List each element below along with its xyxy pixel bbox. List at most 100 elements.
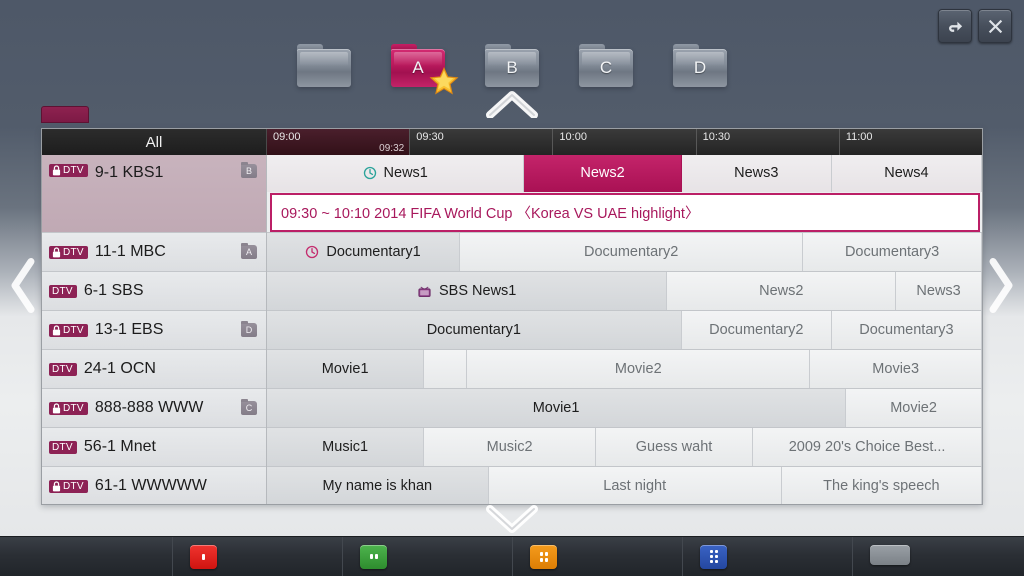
page-right-arrow[interactable] (988, 257, 1014, 320)
program-cell[interactable]: 2009 20's Choice Best... (753, 428, 982, 466)
channel-row[interactable]: DTV 6-1 SBS (42, 272, 266, 311)
time-slot-label: 10:30 (702, 131, 731, 143)
program-cells: News1 News2 News3 News4 (267, 155, 982, 192)
program-cell[interactable]: Movie1 (267, 389, 847, 427)
folder-tab-a[interactable]: A (391, 44, 459, 95)
program-cells: Documentary1 Documentary2 Documentary3 (267, 233, 982, 271)
channel-row[interactable]: DTV 11-1 MBC A (42, 233, 266, 272)
program-title: Movie1 (532, 400, 580, 416)
close-button[interactable] (978, 9, 1012, 43)
time-slot-0: 09:00 09:32 (267, 129, 410, 155)
folder-tab-0[interactable] (297, 44, 351, 87)
program-cell[interactable]: Documentary2 (681, 311, 832, 349)
green-key-slot[interactable] (342, 537, 512, 576)
blue-key-slot[interactable] (682, 537, 852, 576)
program-row: News1 News2 News3 News4 09:30 ~ 10:10 2014 F… (267, 155, 982, 233)
program-cell[interactable]: Documentary2 (460, 233, 804, 271)
scroll-down-arrow[interactable] (484, 505, 540, 538)
time-slot-1: 09:30 (409, 129, 552, 155)
color-key-bar (0, 536, 1024, 576)
yellow-key[interactable] (530, 544, 557, 569)
guide-header: All 09:00 09:32 09:30 10:00 10:30 11:00 (42, 129, 982, 155)
folder-tab-d[interactable]: D (673, 44, 727, 87)
program-cell[interactable]: News4 (831, 155, 982, 192)
channel-row[interactable]: DTV 61-1 WWWWW (42, 467, 266, 504)
channel-row[interactable]: DTV 9-1 KBS1 B (42, 155, 266, 233)
program-cell[interactable]: My name is khan (267, 467, 489, 504)
page-left-arrow[interactable] (10, 257, 36, 320)
folder-tab-row: A B C D (0, 44, 1024, 95)
program-cell[interactable]: Movie1 (267, 350, 425, 388)
channel-folder-mark: C (241, 399, 257, 415)
dtv-badge-label: DTV (63, 165, 84, 176)
red-key-slot[interactable] (172, 537, 342, 576)
program-cell[interactable]: News3 (681, 155, 832, 192)
program-cells: My name is khan Last night The king's spee… (267, 467, 982, 504)
program-cell[interactable]: Documentary3 (803, 233, 982, 271)
program-cell[interactable]: News2 (667, 272, 897, 310)
program-cell[interactable]: News1 (267, 155, 525, 192)
back-button[interactable] (938, 9, 972, 43)
tv-record-icon (418, 286, 431, 297)
program-cell[interactable]: Documentary3 (831, 311, 982, 349)
gray-key-slot[interactable] (852, 537, 1024, 576)
channel-row[interactable]: DTV 56-1 Mnet (42, 428, 266, 467)
program-cell[interactable] (424, 350, 468, 388)
current-time-label: 09:32 (379, 143, 405, 154)
channel-folder-mark: D (241, 321, 257, 337)
yellow-key-slot[interactable] (512, 537, 682, 576)
key-dots-icon (369, 554, 378, 559)
program-cell[interactable]: Music1 (267, 428, 425, 466)
dtv-badge: DTV (49, 284, 77, 298)
program-cell[interactable]: SBS News1 (267, 272, 668, 310)
channel-row[interactable]: DTV 24-1 OCN (42, 350, 266, 389)
program-title: Movie3 (872, 361, 920, 377)
list-mode-tab[interactable] (41, 106, 89, 123)
program-title: Documentary3 (844, 244, 940, 260)
scroll-up-arrow[interactable] (484, 90, 540, 123)
program-cell[interactable]: Movie2 (846, 389, 982, 427)
program-cell[interactable]: The king's speech (781, 467, 982, 504)
gray-key[interactable] (870, 545, 910, 565)
folder-icon (297, 49, 351, 87)
program-cell[interactable]: News3 (896, 272, 982, 310)
folder-tab-c[interactable]: C (579, 44, 633, 87)
program-title: News3 (916, 283, 961, 299)
program-cell[interactable]: Guess waht (595, 428, 754, 466)
program-title: News1 (383, 165, 428, 182)
folder-tab-b[interactable]: B (485, 44, 539, 87)
program-title: Documentary3 (859, 322, 954, 338)
chevron-up-icon (486, 91, 538, 119)
program-cell[interactable]: Documentary1 (267, 233, 461, 271)
lock-icon (52, 324, 61, 335)
program-cell[interactable]: Last night (488, 467, 782, 504)
channel-row[interactable]: DTV 13-1 EBS D (42, 311, 266, 350)
channel-name: 9-1 KBS1 (94, 164, 164, 181)
program-title: Documentary1 (326, 244, 421, 260)
epg-guide-panel: All 09:00 09:32 09:30 10:00 10:30 11:00 DTV 9-… (41, 128, 983, 505)
time-slot-label: 09:30 (416, 131, 444, 143)
channel-filter-header[interactable]: All (42, 129, 267, 155)
folder-label: B (506, 58, 518, 77)
lock-icon (52, 246, 61, 257)
red-key[interactable] (190, 544, 217, 569)
program-cell[interactable]: Documentary1 (267, 311, 682, 349)
channel-name: 24-1 OCN (83, 360, 156, 377)
program-title: 2009 20's Choice Best... (788, 439, 946, 455)
program-cell[interactable]: News2 (524, 155, 682, 192)
channel-column: DTV 9-1 KBS1 B DTV 11-1 MBC A DTV 6-1 SBS DTV 1… (42, 155, 267, 504)
dtv-badge: DTV (49, 245, 88, 259)
folder-icon: C (579, 49, 633, 87)
program-cell[interactable]: Movie2 (467, 350, 811, 388)
channel-row[interactable]: DTV 888-888 WWW C (42, 389, 266, 428)
green-key[interactable] (360, 544, 387, 569)
folder-label: D (693, 58, 707, 77)
program-cell[interactable]: Movie3 (810, 350, 982, 388)
program-title: Movie1 (321, 361, 369, 377)
program-cell[interactable]: Music2 (424, 428, 596, 466)
clock-icon (363, 167, 376, 180)
chevron-left-icon (11, 258, 35, 313)
blue-key[interactable] (700, 544, 727, 569)
program-cells: SBS News1 News2 News3 (267, 272, 982, 310)
program-info-bar: 09:30 ~ 10:10 2014 FIFA World Cup 〈Korea… (270, 192, 980, 232)
